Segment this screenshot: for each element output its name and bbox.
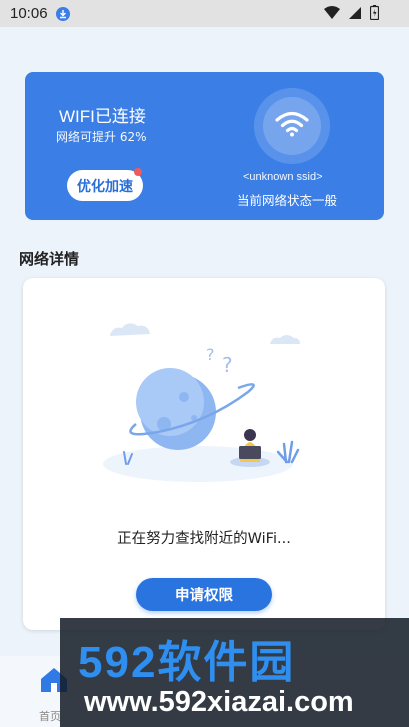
network-detail-card: ? ? 正在努力查找附近的WiFi... 申请权限 [23,278,385,630]
battery-icon [369,5,380,24]
searching-illustration: ? ? [98,314,308,488]
status-icons [324,5,380,24]
wifi-subtitle: 网络可提升 62% [56,130,147,144]
notification-dot [134,168,142,176]
wifi-title: WIFI已连接 [59,107,146,126]
searching-text: 正在努力查找附近的WiFi... [117,531,291,547]
status-time: 10:06 [10,5,48,22]
section-title: 网络详情 [19,250,80,268]
wifi-signal-icon [324,5,340,24]
boost-button[interactable]: 优化加速 [67,170,143,201]
network-status-text: 当前网络状态一般 [237,193,338,208]
svg-text:?: ? [206,345,215,364]
download-icon [55,6,70,21]
status-bar: 10:06 [0,0,409,27]
watermark-brand: 592软件园 [78,638,296,687]
wifi-halo [254,88,330,164]
watermark-overlay: 592软件园 www.592xiazai.com [60,618,409,727]
svg-text:?: ? [222,353,233,377]
cell-signal-icon [348,5,362,24]
wifi-status-card: WIFI已连接 网络可提升 62% 优化加速 <unknown ssid> 当前… [25,72,384,220]
nav-home-label[interactable]: 首页 [39,708,61,724]
ssid-label: <unknown ssid> [243,171,323,183]
watermark-url: www.592xiazai.com [84,686,354,718]
request-permission-button[interactable]: 申请权限 [136,578,272,611]
wifi-icon [275,111,309,141]
